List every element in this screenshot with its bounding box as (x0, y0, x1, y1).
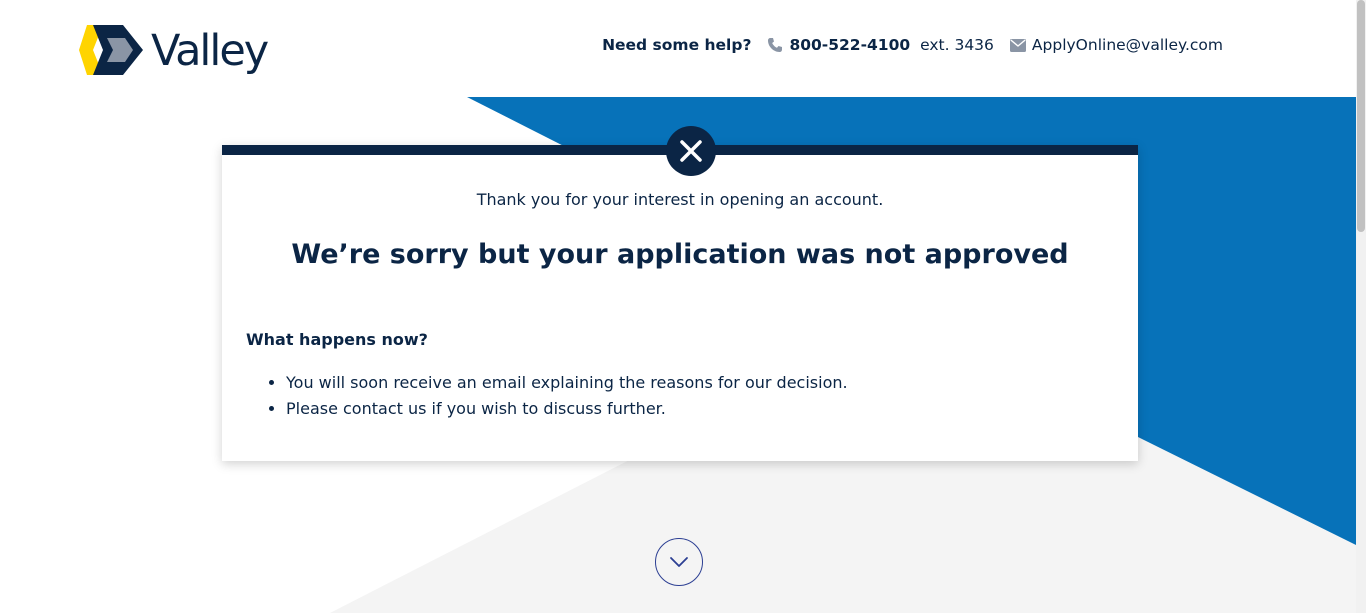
list-item: You will soon receive an email explainin… (286, 370, 848, 396)
page-scrollbar[interactable] (1356, 0, 1366, 613)
phone-extension[interactable]: ext. 3436 (920, 36, 994, 54)
card-intro-text: Thank you for your interest in opening a… (476, 190, 884, 209)
help-label: Need some help? (602, 36, 752, 54)
next-steps-heading: What happens now? (246, 330, 428, 349)
chevron-down-icon (670, 557, 688, 567)
envelope-icon (1009, 38, 1026, 52)
page-title: We’re sorry but your application was not… (291, 239, 1069, 270)
scroll-down-button[interactable] (655, 538, 703, 586)
status-badge (666, 126, 716, 176)
close-icon (680, 140, 702, 162)
valley-logo[interactable]: Valley (79, 20, 269, 80)
list-item: Please contact us if you wish to discuss… (286, 396, 848, 422)
valley-logo-wordmark: Valley (151, 26, 269, 76)
email-link[interactable]: ApplyOnline@valley.com (1032, 36, 1223, 54)
next-steps-list: You will soon receive an email explainin… (246, 370, 848, 422)
phone-icon (768, 38, 783, 52)
phone-link[interactable]: 800-522-4100 ext. 3436 (789, 36, 1009, 54)
application-status-card: Thank you for your interest in opening a… (222, 126, 1138, 461)
scrollbar-thumb[interactable] (1357, 0, 1365, 232)
phone-number[interactable]: 800-522-4100 (789, 36, 910, 54)
site-header: Valley Need some help? 800-522-4100 ext.… (0, 0, 1356, 97)
valley-logo-mark (79, 25, 143, 75)
help-contact: Need some help? 800-522-4100 ext. 3436 A… (602, 36, 1223, 54)
